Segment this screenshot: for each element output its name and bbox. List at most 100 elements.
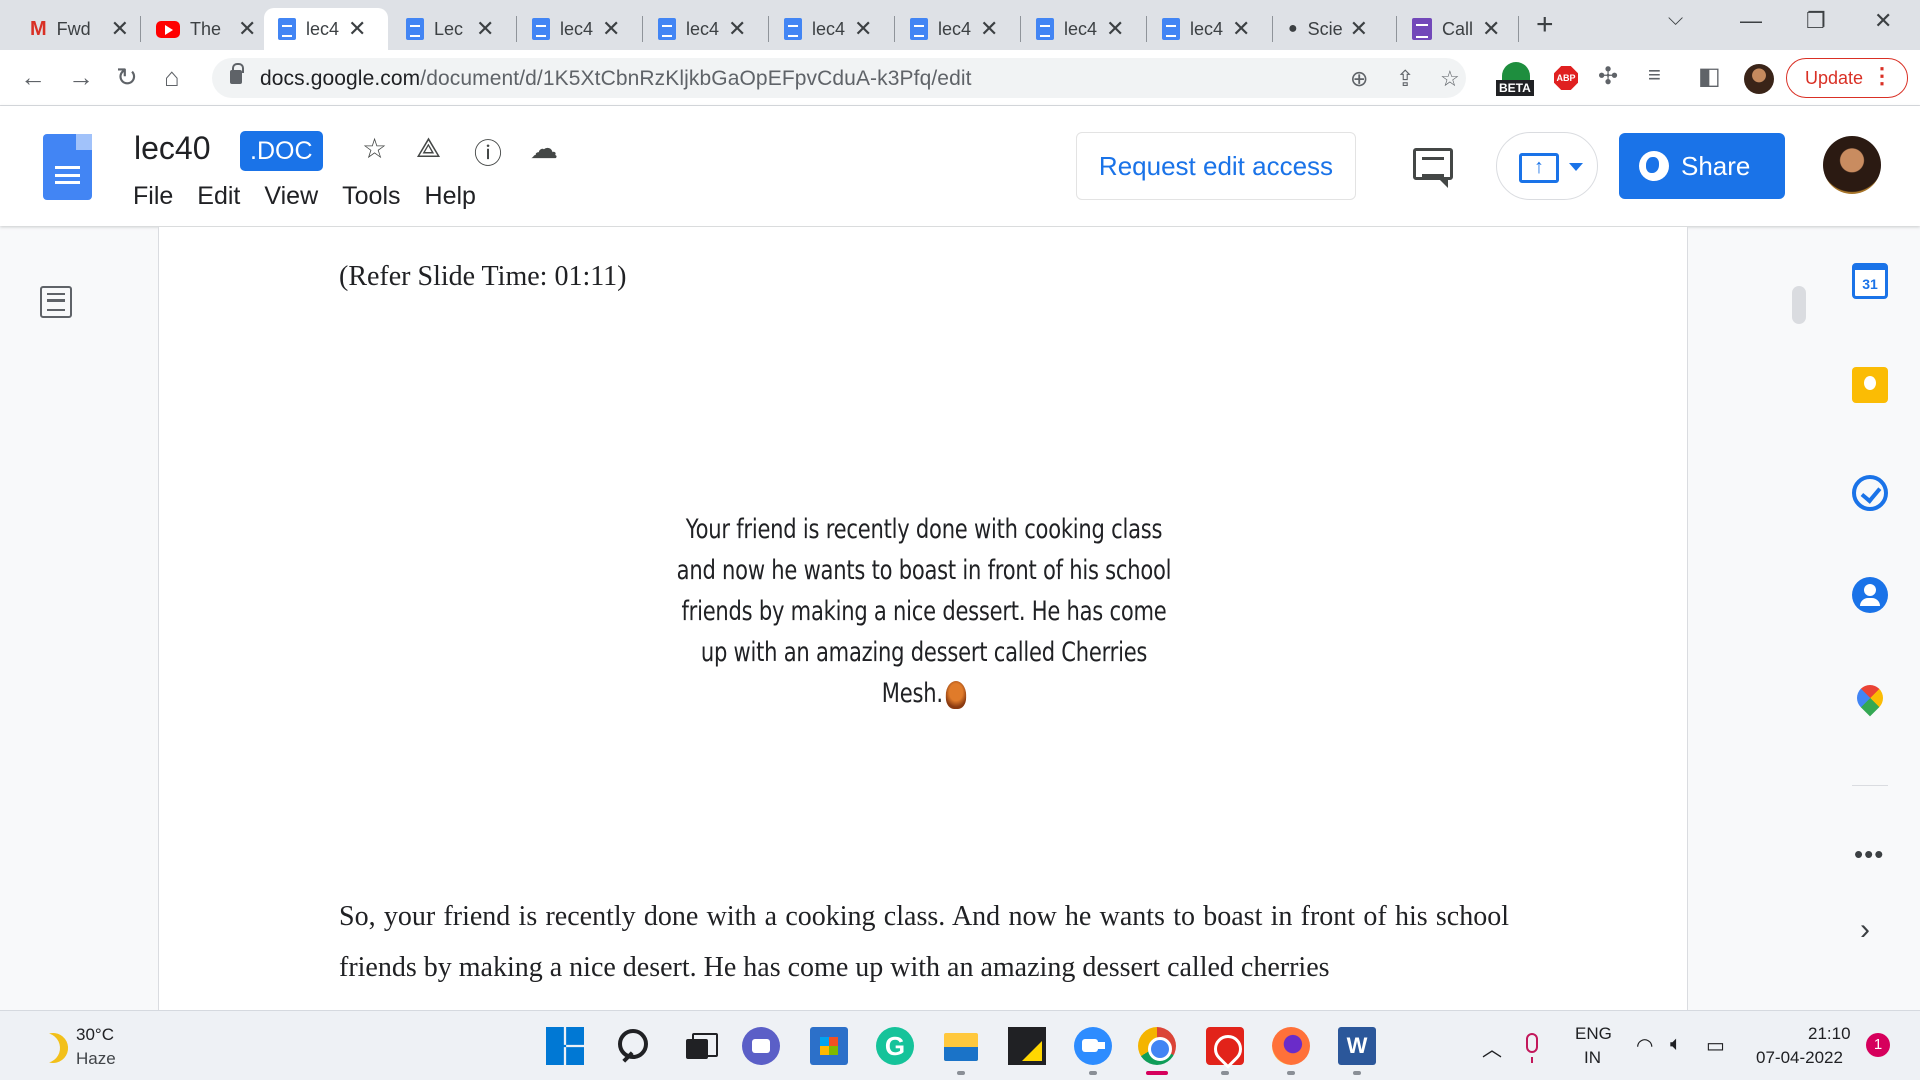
expand-panel-icon[interactable]: › (1860, 913, 1870, 947)
contacts-icon[interactable] (1852, 577, 1888, 613)
close-icon[interactable]: ✕ (1232, 16, 1250, 42)
document-title[interactable]: lec40 (134, 130, 211, 167)
extensions-puzzle-icon[interactable]: ✣ (1598, 62, 1618, 91)
clock-time[interactable]: 21:10 (1808, 1024, 1851, 1044)
close-icon[interactable]: ✕ (980, 16, 998, 42)
lock-icon[interactable] (230, 63, 244, 84)
search-icon[interactable] (614, 1027, 652, 1065)
menu-help[interactable]: Help (425, 182, 476, 211)
windows-start-icon[interactable] (546, 1027, 584, 1065)
new-tab-button[interactable]: + (1536, 8, 1554, 42)
restore-button[interactable]: ❐ (1806, 8, 1826, 34)
share-button[interactable]: Share (1619, 133, 1785, 199)
wifi-icon[interactable]: ◠ (1636, 1033, 1653, 1058)
weather-description[interactable]: Haze (76, 1049, 116, 1069)
home-icon[interactable]: ⌂ (164, 62, 180, 93)
language-region[interactable]: IN (1584, 1048, 1601, 1068)
grammarly-icon[interactable]: G (876, 1027, 914, 1065)
profile-avatar[interactable] (1744, 64, 1774, 94)
omnibox[interactable]: docs.google.com/document/d/1K5XtCbnRzKlj… (212, 58, 1466, 98)
zoom-icon[interactable] (1074, 1027, 1112, 1065)
tab-doc[interactable]: lec4 ✕ (1148, 8, 1260, 50)
microsoft-store-icon[interactable] (810, 1027, 848, 1065)
close-icon[interactable]: ✕ (602, 16, 620, 42)
chat-icon[interactable] (742, 1027, 780, 1065)
present-button[interactable]: ↑ (1496, 132, 1598, 200)
weather-temperature[interactable]: 30°C (76, 1025, 114, 1045)
calendar-icon[interactable]: 31 (1852, 263, 1888, 299)
close-icon[interactable]: ✕ (348, 16, 366, 42)
cloud-status-icon[interactable]: ☁ (530, 132, 558, 165)
clock-date[interactable]: 07-04-2022 (1756, 1048, 1843, 1068)
reload-icon[interactable]: ↻ (116, 62, 138, 93)
request-edit-access-button[interactable]: Request edit access (1076, 132, 1356, 200)
url-text[interactable]: docs.google.com/document/d/1K5XtCbnRzKlj… (260, 67, 972, 91)
share-page-icon[interactable]: ⇪ (1396, 66, 1414, 92)
menu-file[interactable]: File (133, 182, 173, 211)
tab-doc[interactable]: Lec ✕ (392, 8, 504, 50)
bookmark-star-icon[interactable]: ☆ (1440, 66, 1460, 92)
back-icon[interactable]: ← (20, 62, 46, 93)
file-explorer-icon[interactable] (942, 1027, 980, 1065)
close-icon[interactable]: ✕ (111, 16, 129, 42)
document-page[interactable]: (Refer Slide Time: 01:11) Your friend is… (158, 227, 1688, 1010)
close-icon[interactable]: ✕ (476, 16, 494, 42)
move-to-drive-icon[interactable]: ⟁ (416, 132, 441, 165)
acrobat-icon[interactable] (1206, 1027, 1244, 1065)
battery-icon[interactable]: ▭ (1706, 1033, 1725, 1058)
microphone-icon[interactable] (1526, 1033, 1538, 1063)
tab-active-doc[interactable]: lec4 ✕ (264, 8, 388, 50)
tab-title: Fwd (56, 18, 91, 39)
info-icon[interactable]: ⓘ (474, 132, 502, 172)
tab-forms[interactable]: Call ✕ (1398, 8, 1510, 50)
weather-moon-icon[interactable] (25, 1028, 66, 1069)
side-panel-icon[interactable]: ◧ (1698, 62, 1721, 91)
more-addons-icon[interactable]: ••• (1854, 839, 1884, 870)
zoom-icon[interactable]: ⊕ (1350, 66, 1368, 92)
volume-icon[interactable]: 🔈︎ (1670, 1033, 1682, 1056)
show-hidden-icons-icon[interactable]: ︿ (1482, 1033, 1502, 1062)
star-icon[interactable]: ☆ (362, 132, 387, 165)
tab-doc[interactable]: lec4 ✕ (644, 8, 756, 50)
close-icon[interactable]: ✕ (728, 16, 746, 42)
account-avatar[interactable] (1823, 136, 1881, 194)
close-icon[interactable]: ✕ (238, 16, 256, 42)
beta-extension-icon[interactable]: BETA (1496, 62, 1536, 96)
tab-doc[interactable]: lec4 ✕ (1022, 8, 1134, 50)
close-icon[interactable]: ✕ (1106, 16, 1124, 42)
task-view-icon[interactable] (680, 1027, 718, 1065)
menu-view[interactable]: View (264, 182, 318, 211)
tab-doc[interactable]: lec4 ✕ (896, 8, 1008, 50)
side-panel: 31 ••• › (1830, 227, 1920, 1010)
tab-science[interactable]: ● Scie ✕ (1274, 8, 1378, 50)
document-outline-icon[interactable] (40, 286, 72, 318)
update-button[interactable]: Update ⋮ (1786, 58, 1908, 98)
scrollbar-thumb[interactable] (1792, 286, 1806, 324)
tab-gmail[interactable]: M Fwd ✕ (16, 8, 139, 50)
tab-youtube[interactable]: The ✕ (142, 8, 266, 50)
minimize-button[interactable]: — (1740, 8, 1762, 34)
menu-tools[interactable]: Tools (342, 182, 400, 211)
close-icon[interactable]: ✕ (1350, 16, 1368, 42)
word-icon[interactable]: W (1338, 1027, 1376, 1065)
reading-list-icon[interactable]: ≡ (1648, 62, 1661, 88)
chrome-icon[interactable] (1138, 1027, 1176, 1065)
comment-history-icon[interactable] (1413, 148, 1453, 188)
maps-icon[interactable] (1857, 685, 1883, 719)
tab-doc[interactable]: lec4 ✕ (518, 8, 630, 50)
forward-icon[interactable]: → (68, 62, 94, 93)
keep-icon[interactable] (1852, 367, 1888, 403)
tasks-icon[interactable] (1852, 475, 1888, 511)
notification-badge[interactable]: 1 (1866, 1033, 1890, 1057)
firefox-icon[interactable] (1272, 1027, 1310, 1065)
close-icon[interactable]: ✕ (1482, 16, 1500, 42)
menu-edit[interactable]: Edit (197, 182, 240, 211)
adblock-icon[interactable]: ABP (1554, 66, 1578, 90)
tab-doc[interactable]: lec4 ✕ (770, 8, 882, 50)
sticky-notes-icon[interactable] (1008, 1027, 1046, 1065)
close-window-button[interactable]: ✕ (1874, 8, 1892, 34)
tab-search-chevron-icon[interactable]: ⌵ (1668, 8, 1683, 31)
docs-logo-icon[interactable] (43, 134, 92, 200)
language-indicator[interactable]: ENG (1575, 1024, 1612, 1044)
close-icon[interactable]: ✕ (854, 16, 872, 42)
